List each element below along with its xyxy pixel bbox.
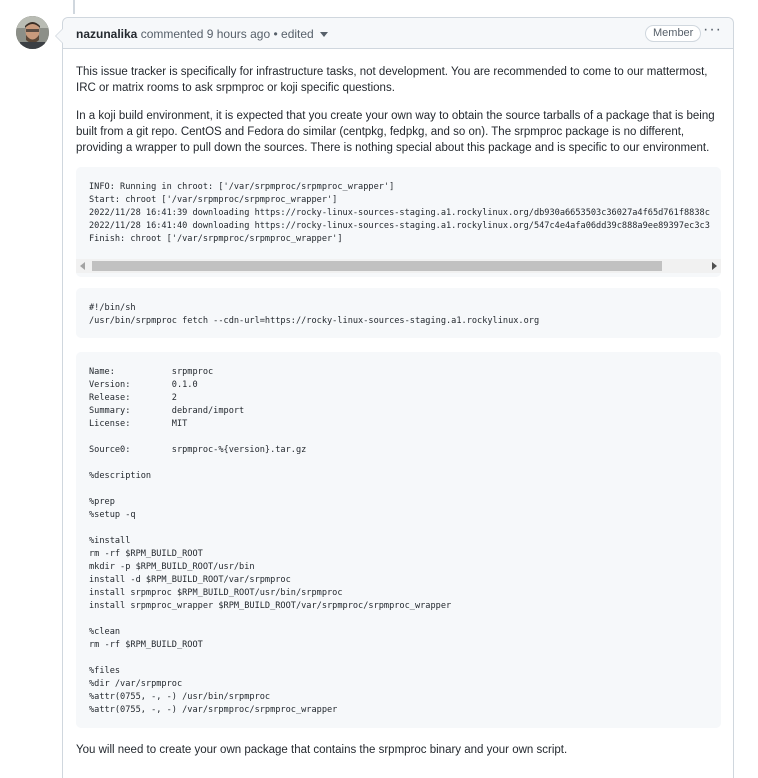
action-text: commented [140, 27, 204, 41]
timeline-line [73, 0, 75, 14]
paragraph-conclusion: You will need to create your own package… [76, 744, 568, 756]
avatar-image [16, 16, 49, 49]
code-spec-file-text: Name: srpmproc Version: 0.1.0 Release: 2… [89, 367, 452, 715]
code-build-log-text: INFO: Running in chroot: ['/var/srpmproc… [89, 182, 710, 244]
scroll-right-arrow-icon[interactable] [712, 262, 717, 270]
edited-dropdown[interactable]: edited [281, 27, 328, 41]
author-avatar[interactable] [16, 16, 49, 49]
comment-meta: nazunalika commented 9 hours ago • edite… [76, 27, 328, 41]
code-block-spec-file: Name: srpmproc Version: 0.1.0 Release: 2… [76, 352, 721, 728]
scroll-left-arrow-icon[interactable] [80, 262, 85, 270]
separator-dot: • [273, 27, 278, 41]
code-block-wrapper-script: #!/bin/sh /usr/bin/srpmproc fetch --cdn-… [76, 288, 721, 338]
code-block-build-log: INFO: Running in chroot: ['/var/srpmproc… [76, 167, 721, 277]
author-link[interactable]: nazunalika [76, 27, 137, 41]
edited-label: edited [281, 27, 314, 41]
comment-header: nazunalika commented 9 hours ago • edite… [63, 18, 733, 49]
member-badge: Member [645, 25, 702, 42]
paragraph-koji-explanation: In a koji build environment, it is expec… [76, 110, 715, 154]
code-wrapper-script-text: #!/bin/sh /usr/bin/srpmproc fetch --cdn-… [89, 303, 540, 326]
kebab-horizontal-icon[interactable]: ··· [703, 21, 722, 39]
caret-down-icon [319, 32, 328, 38]
comment-card: nazunalika commented 9 hours ago • edite… [55, 17, 734, 778]
scrollbar-thumb[interactable] [92, 261, 662, 271]
horizontal-scrollbar[interactable] [76, 259, 721, 273]
paragraph-tracker-notice: This issue tracker is specifically for i… [76, 66, 708, 94]
timestamp-link[interactable]: 9 hours ago [207, 27, 270, 41]
